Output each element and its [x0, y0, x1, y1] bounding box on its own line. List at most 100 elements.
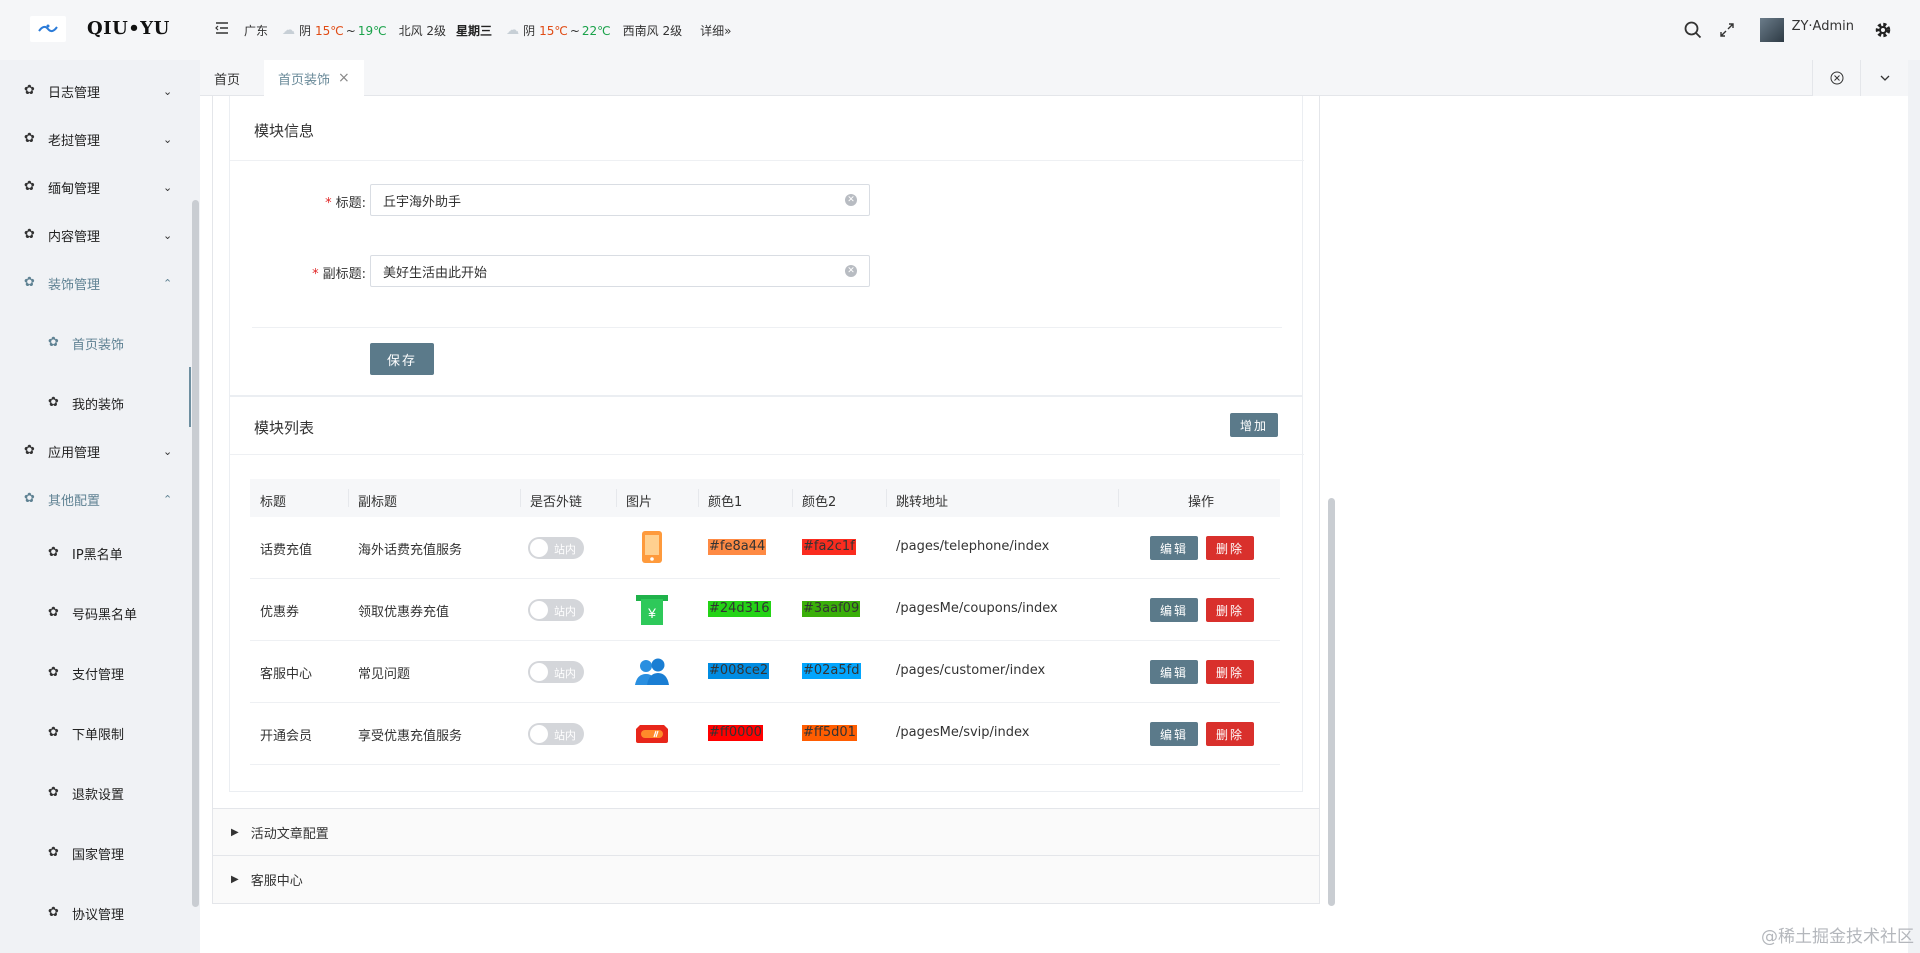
gear-icon: ✿	[24, 131, 35, 146]
column-header: 标题	[260, 495, 287, 510]
weather-detail-link[interactable]: 详细»	[700, 22, 731, 39]
caret-right-icon: ▶	[231, 874, 239, 885]
edit-button[interactable]: 编辑	[1150, 660, 1198, 684]
sidebar-item-myanmar[interactable]: ✿ 缅甸管理 ⌄	[0, 163, 190, 211]
color1-value: #fe8a44	[708, 539, 767, 555]
menu-fold-icon[interactable]	[214, 20, 230, 36]
content-scrollbar[interactable]	[1328, 498, 1335, 906]
module-list-section: 模块列表 增加 标题 副标题 是否外链 图片 颜色1 颜色2 跳转地址 操作 话…	[229, 396, 1304, 792]
tab-bar: 首页 首页装饰 ×	[200, 60, 1908, 96]
close-icon[interactable]: ×	[338, 70, 350, 86]
tab-home[interactable]: 首页	[200, 60, 262, 96]
clear-icon[interactable]: ✕	[845, 194, 857, 206]
sidebar-item-number-blacklist[interactable]: ✿ 号码黑名单	[0, 583, 190, 643]
sidebar-item-laos[interactable]: ✿ 老挝管理 ⌄	[0, 115, 190, 163]
external-link-switch[interactable]: 站内	[528, 537, 584, 559]
column-header: 跳转地址	[896, 495, 949, 510]
color2-value: #02a5fd	[802, 663, 861, 679]
gear-icon: ✿	[48, 725, 59, 740]
external-link-switch[interactable]: 站内	[528, 723, 584, 745]
fullscreen-icon[interactable]	[1716, 19, 1738, 41]
sidebar-item-apps[interactable]: ✿ 应用管理 ⌄	[0, 427, 190, 475]
sidebar-item-order-limit[interactable]: ✿ 下单限制	[0, 703, 190, 763]
sidebar-item-refund[interactable]: ✿ 退款设置	[0, 763, 190, 823]
top-header: QIU•YU 广东 ☁ 阴 15℃ ~ 19℃ 北风 2级 星期三 ☁ 阴 15…	[0, 0, 1920, 60]
sidebar-item-log[interactable]: ✿ 日志管理 ⌄	[0, 67, 190, 115]
delete-button[interactable]: 删除	[1206, 660, 1254, 684]
clear-icon[interactable]: ✕	[845, 265, 857, 277]
required-mark: *	[312, 267, 319, 282]
customer-service-icon	[635, 658, 669, 685]
weather-high-1: 19℃	[357, 23, 387, 38]
title-label: * 标题:	[270, 192, 366, 211]
phone-icon	[642, 531, 662, 563]
collapse-article-config[interactable]: ▶ 活动文章配置	[213, 808, 1319, 856]
label-colon: :	[361, 196, 366, 211]
gear-icon: ✿	[24, 179, 35, 194]
sidebar-item-ip-blacklist[interactable]: ✿ IP黑名单	[0, 523, 190, 583]
external-link-switch[interactable]: 站内	[528, 599, 584, 621]
close-all-tabs-icon[interactable]	[1812, 60, 1860, 96]
weather-city: 广东	[244, 24, 269, 38]
settings-gear-icon[interactable]	[1872, 19, 1894, 41]
add-button[interactable]: 增加	[1230, 413, 1278, 437]
cell-url: /pagesMe/coupons/index	[896, 601, 1058, 616]
switch-knob	[530, 539, 548, 557]
caret-right-icon: ▶	[231, 827, 239, 838]
required-mark: *	[325, 196, 332, 211]
divider	[252, 327, 1282, 328]
edit-button[interactable]: 编辑	[1150, 598, 1198, 622]
weather-weekday: 星期三	[456, 24, 493, 38]
edit-button[interactable]: 编辑	[1150, 536, 1198, 560]
tab-home-decoration[interactable]: 首页装饰 ×	[264, 60, 364, 96]
table-header: 标题 副标题 是否外链 图片 颜色1 颜色2 跳转地址 操作	[250, 479, 1280, 517]
column-header: 操作	[1188, 495, 1215, 510]
main-content: 模块信息 * 标题: 丘宇海外助手 ✕ * 副标题: 美好生活由此开始 ✕ 保存 模…	[200, 96, 1908, 953]
sidebar-item-agreement[interactable]: ✿ 协议管理	[0, 883, 190, 943]
cloud-icon: ☁	[282, 23, 296, 38]
switch-knob	[530, 725, 548, 743]
title-input[interactable]: 丘宇海外助手 ✕	[370, 184, 870, 216]
delete-button[interactable]: 删除	[1206, 722, 1254, 746]
subtitle-input-value: 美好生活由此开始	[383, 265, 488, 281]
sidebar-item-label: 下单限制	[72, 727, 125, 743]
external-link-switch[interactable]: 站内	[528, 661, 584, 683]
weather-cond-1: 阴	[299, 24, 312, 38]
gear-icon: ✿	[24, 83, 35, 98]
cell-subtitle: 海外话费充值服务	[358, 543, 463, 558]
avatar[interactable]	[1759, 18, 1784, 42]
subtitle-input[interactable]: 美好生活由此开始 ✕	[370, 255, 870, 287]
save-button[interactable]: 保存	[370, 343, 434, 375]
table-row: 话费充值 海外话费充值服务 站内 #fe8a44 #fa2c1f /pages/…	[250, 517, 1280, 579]
chevron-down-icon[interactable]	[1860, 60, 1908, 96]
cloud-icon: ☁	[506, 23, 520, 38]
edit-button[interactable]: 编辑	[1150, 722, 1198, 746]
gear-icon: ✿	[48, 905, 59, 920]
sidebar-item-decoration[interactable]: ✿ 装饰管理 ⌃	[0, 259, 190, 307]
search-icon[interactable]	[1682, 19, 1704, 41]
column-header: 颜色1	[708, 495, 743, 510]
watermark: @稀土掘金技术社区	[1761, 927, 1914, 947]
user-name[interactable]: ZY·Admin	[1792, 19, 1854, 34]
collapse-customer-center[interactable]: ▶ 客服中心	[213, 855, 1319, 903]
column-separator	[886, 489, 887, 507]
gear-icon: ✿	[48, 845, 59, 860]
divider	[230, 160, 1304, 161]
delete-button[interactable]: 删除	[1206, 598, 1254, 622]
sidebar-item-home-decoration[interactable]: ✿ 首页装饰	[0, 313, 190, 373]
sidebar-item-label: 装饰管理	[48, 277, 101, 293]
gear-icon: ✿	[24, 275, 35, 290]
gear-icon: ✿	[24, 491, 35, 506]
sidebar-item-label: 协议管理	[72, 907, 125, 923]
sidebar-item-payment[interactable]: ✿ 支付管理	[0, 643, 190, 703]
sidebar-item-my-decoration[interactable]: ✿ 我的装饰	[0, 373, 190, 433]
sidebar-scrollbar[interactable]	[192, 200, 199, 907]
delete-button[interactable]: 删除	[1206, 536, 1254, 560]
gear-icon: ✿	[24, 227, 35, 242]
sidebar-item-country[interactable]: ✿ 国家管理	[0, 823, 190, 883]
sidebar-item-other-config[interactable]: ✿ 其他配置 ⌃	[0, 475, 190, 523]
sidebar-item-label: 内容管理	[48, 229, 101, 245]
subtitle-label: * 副标题:	[270, 263, 366, 282]
cell-subtitle: 享受优惠充值服务	[358, 729, 463, 744]
sidebar-item-content[interactable]: ✿ 内容管理 ⌄	[0, 211, 190, 259]
